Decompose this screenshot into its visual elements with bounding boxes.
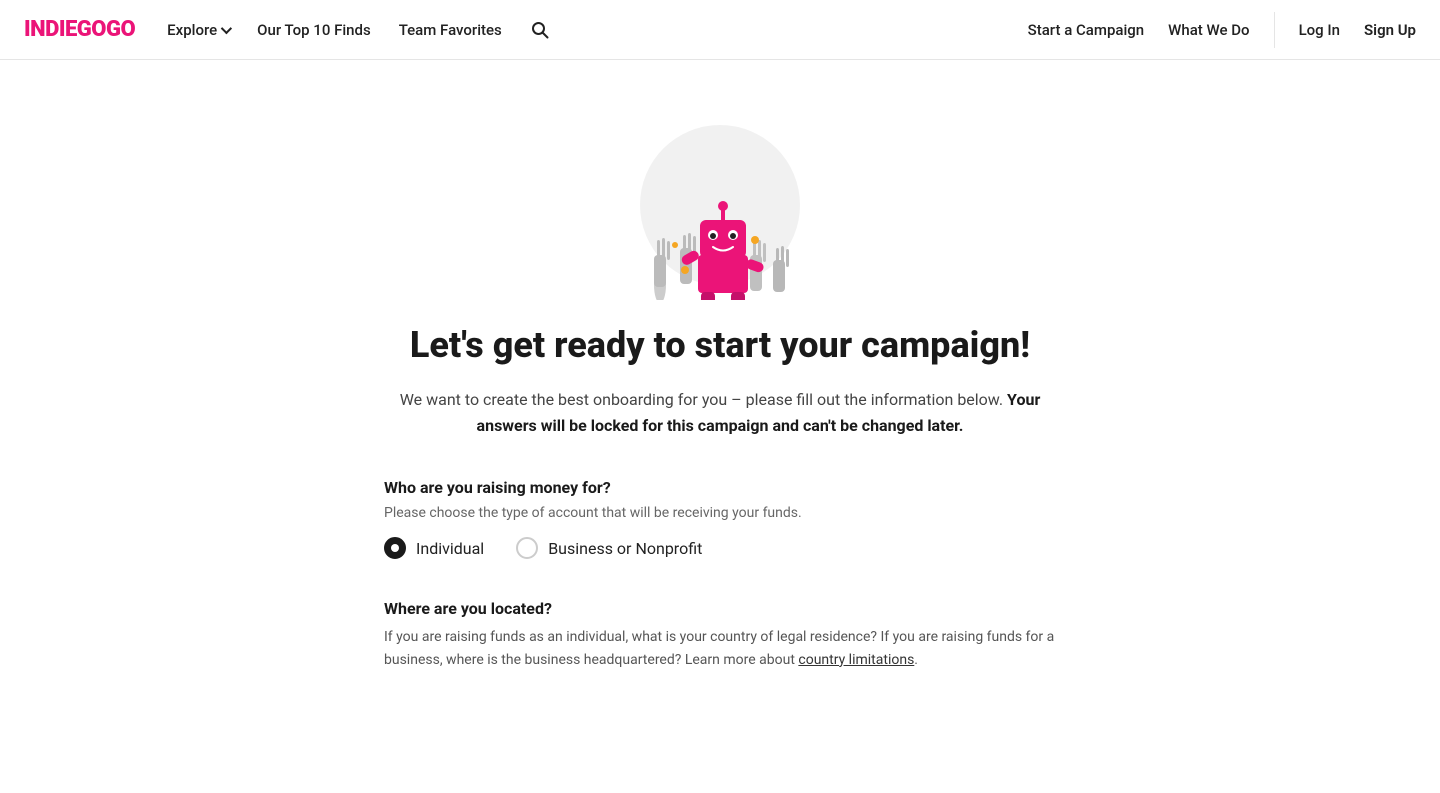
nav-login[interactable]: Log In xyxy=(1299,21,1340,39)
nav-start-campaign[interactable]: Start a Campaign xyxy=(1028,21,1145,39)
nav-explore[interactable]: Explore xyxy=(167,21,229,39)
nav-top10[interactable]: Our Top 10 Finds xyxy=(257,21,371,39)
question-2: Where are you located? xyxy=(384,599,1056,618)
radio-individual[interactable]: Individual xyxy=(384,537,484,559)
country-limitations-link[interactable]: country limitations xyxy=(798,652,914,668)
chevron-down-icon xyxy=(221,22,232,33)
question-2-desc: If you are raising funds as an individua… xyxy=(384,626,1056,671)
question-1: Who are you raising money for? xyxy=(384,478,1056,497)
search-icon[interactable] xyxy=(530,20,550,40)
nav-signup[interactable]: Sign Up xyxy=(1364,21,1416,39)
radio-business[interactable]: Business or Nonprofit xyxy=(516,537,702,559)
radio-circle-business xyxy=(516,537,538,559)
radio-circle-individual xyxy=(384,537,406,559)
nav-what-we-do[interactable]: What We Do xyxy=(1168,21,1249,39)
radio-group-account-type: Individual Business or Nonprofit xyxy=(384,537,1056,559)
hero-illustration xyxy=(580,100,860,300)
logo[interactable]: INDIEGOGO xyxy=(24,17,135,42)
main-content: Let's get ready to start your campaign! … xyxy=(360,60,1080,751)
page-subtext: We want to create the best onboarding fo… xyxy=(390,387,1050,438)
navbar: INDIEGOGO Explore Our Top 10 Finds Team … xyxy=(0,0,1440,60)
form-section-1: Who are you raising money for? Please ch… xyxy=(384,478,1056,599)
question-1-desc: Please choose the type of account that w… xyxy=(384,505,1056,521)
page-heading: Let's get ready to start your campaign! xyxy=(410,324,1030,367)
nav-divider xyxy=(1274,12,1275,48)
nav-left: Explore Our Top 10 Finds Team Favorites xyxy=(167,20,1027,40)
form-section-2: Where are you located? If you are raisin… xyxy=(384,599,1056,671)
nav-favorites[interactable]: Team Favorites xyxy=(399,21,502,39)
nav-right: Start a Campaign What We Do Log In Sign … xyxy=(1028,12,1416,48)
